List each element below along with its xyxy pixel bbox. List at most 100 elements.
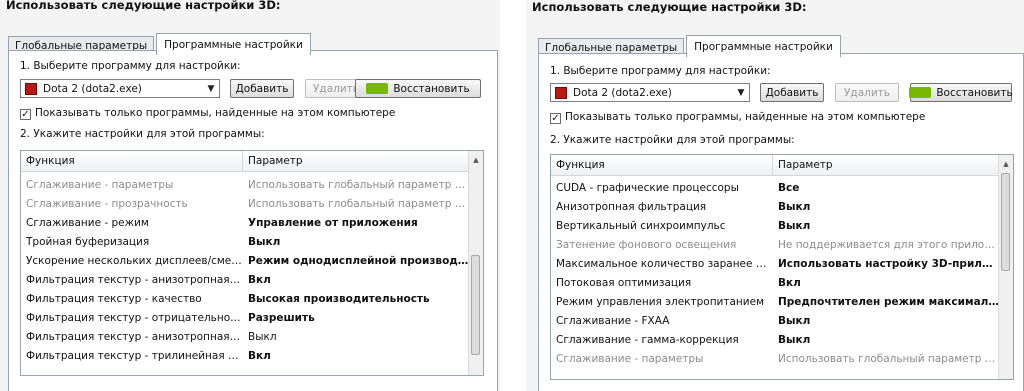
row-feature: Потоковая оптимизация (556, 276, 692, 289)
nvidia-logo-icon (366, 83, 389, 94)
remove-button[interactable]: Удалить (835, 83, 899, 102)
table-row[interactable]: Фильтрация текстур - качество Высокая про… (21, 289, 469, 308)
row-value: Вкл (778, 276, 801, 289)
row-value: Все (778, 181, 800, 194)
row-value: Использовать настройку 3D-прило... (778, 257, 999, 270)
table-row[interactable]: Фильтрация текстур - анизотропная оп... В… (21, 270, 469, 289)
row-feature: Режим управления электропитанием (556, 295, 765, 308)
row-feature: Анизотропная фильтрация (556, 200, 707, 213)
table-row[interactable]: Затенение фонового освещения Не поддержив… (551, 235, 999, 254)
settings-table: Функция Параметр CUDA - графические проц… (550, 154, 1014, 380)
row-feature: Фильтрация текстур - анизотропная оп... (26, 273, 243, 286)
dota2-icon (555, 86, 567, 99)
program-select[interactable]: Dota 2 (dota2.exe) ▼ (20, 79, 220, 98)
restore-button-label: Восстановить (393, 82, 470, 95)
table-row[interactable]: Сглаживание - режим Управление от приложе… (21, 213, 469, 232)
add-button[interactable]: Добавить (230, 79, 294, 98)
step1-label: 1. Выберите программу для настройки: (20, 60, 241, 72)
row-value: Выкл (778, 219, 811, 232)
row-value: Режим однодисплейной производи... (248, 254, 469, 267)
table-row[interactable]: Фильтрация текстур - отрицательное о... Р… (21, 308, 469, 327)
show-found-programs-checkbox[interactable]: ✓ (550, 113, 561, 124)
row-feature: Сглаживание - гамма-коррекция (556, 333, 739, 346)
table-row[interactable]: Потоковая оптимизация Вкл (551, 273, 999, 292)
settings-header: Использовать следующие настройки 3D: (6, 0, 281, 12)
row-feature: Фильтрация текстур - трилинейная опт... (26, 349, 243, 362)
table-row[interactable]: Анизотропная фильтрация Выкл (551, 197, 999, 216)
table-row[interactable]: Сглаживание - гамма-коррекция Выкл (551, 330, 999, 349)
column-header-parameter[interactable]: Параметр (773, 155, 998, 175)
row-feature: Сглаживание - параметры (556, 352, 704, 365)
column-header-function[interactable]: Функция (21, 151, 243, 171)
table-row[interactable]: CUDA - графические процессоры Все (551, 178, 999, 197)
restore-button-label: Восстановить (936, 86, 1013, 99)
table-scrollbar[interactable]: ▲ (998, 155, 1013, 379)
row-feature: CUDA - графические процессоры (556, 181, 739, 194)
row-value: Разрешить (248, 311, 315, 324)
table-row[interactable]: Сглаживание - прозрачность Использовать г… (21, 194, 469, 213)
row-feature: Сглаживание - режим (26, 216, 149, 229)
table-row[interactable]: Максимальное количество заранее под... Ис… (551, 254, 999, 273)
row-feature: Вертикальный синхроимпульс (556, 219, 726, 232)
row-value: Управление от приложения (248, 216, 418, 229)
table-row[interactable]: Сглаживание - параметры Использовать глоб… (21, 175, 469, 194)
column-header-function[interactable]: Функция (551, 155, 773, 175)
row-feature: Фильтрация текстур - анизотропная оп... (26, 330, 243, 343)
table-header: Функция Параметр (21, 151, 469, 172)
row-value: Использовать глобальный параметр (В... (248, 197, 469, 210)
row-value: Высокая производительность (248, 292, 430, 305)
column-header-parameter[interactable]: Параметр (243, 151, 468, 171)
tab-program-settings[interactable]: Программные настройки (686, 35, 841, 57)
row-value: Выкл (778, 314, 811, 327)
row-value: Не поддерживается для этого приложе... (778, 238, 999, 251)
table-row[interactable]: Тройная буферизация Выкл (21, 232, 469, 251)
step2-label: 2. Укажите настройки для этой программы: (20, 128, 265, 140)
left-settings-panel: Использовать следующие настройки 3D: Гло… (0, 0, 500, 391)
right-settings-panel: Использовать следующие настройки 3D: Гло… (526, 0, 1024, 391)
row-feature: Максимальное количество заранее под... (556, 257, 773, 270)
table-row[interactable]: Сглаживание - параметры Использовать глоб… (551, 349, 999, 368)
scroll-thumb[interactable] (1001, 173, 1010, 271)
row-value: Использовать глобальный параметр (Нет) (778, 352, 999, 365)
row-value: Вкл (248, 273, 271, 286)
step1-label: 1. Выберите программу для настройки: (550, 65, 771, 77)
table-row[interactable]: Вертикальный синхроимпульс Выкл (551, 216, 999, 235)
dota2-icon (25, 82, 37, 95)
row-value: Предпочтителен режим максимал... (778, 295, 999, 308)
row-feature: Сглаживание - параметры (26, 178, 174, 191)
table-row[interactable]: Режим управления электропитанием Предпочт… (551, 292, 999, 311)
row-feature: Сглаживание - прозрачность (26, 197, 188, 210)
table-row[interactable]: Фильтрация текстур - трилинейная опт... В… (21, 346, 469, 365)
show-found-programs-label[interactable]: Показывать только программы, найденные н… (35, 107, 395, 119)
tab-program-settings[interactable]: Программные настройки (156, 33, 311, 55)
scroll-up-icon[interactable]: ▲ (469, 153, 483, 167)
table-row[interactable]: Сглаживание - FXAA Выкл (551, 311, 999, 330)
step2-label: 2. Укажите настройки для этой программы: (550, 134, 795, 146)
chevron-down-icon: ▼ (207, 83, 215, 94)
settings-header: Использовать следующие настройки 3D: (532, 0, 807, 14)
row-feature: Тройная буферизация (26, 235, 150, 248)
table-row[interactable]: Ускорение нескольких дисплеев/смеша... Ре… (21, 251, 469, 270)
add-button[interactable]: Добавить (760, 83, 824, 102)
scroll-up-icon[interactable]: ▲ (999, 157, 1013, 171)
row-feature: Ускорение нескольких дисплеев/смеша... (26, 254, 243, 267)
nvidia-logo-icon (909, 87, 932, 98)
row-feature: Фильтрация текстур - качество (26, 292, 202, 305)
table-row[interactable]: Фильтрация текстур - анизотропная оп... В… (21, 327, 469, 346)
table-scrollbar[interactable]: ▲ (468, 151, 483, 375)
row-feature: Затенение фонового освещения (556, 238, 737, 251)
restore-button[interactable]: Восстановить (355, 79, 481, 98)
restore-button[interactable]: Восстановить (909, 83, 1013, 102)
program-select[interactable]: Dota 2 (dota2.exe) ▼ (550, 83, 750, 102)
row-value: Вкл (248, 349, 271, 362)
show-found-programs-checkbox[interactable]: ✓ (20, 109, 31, 120)
program-select-value: Dota 2 (dota2.exe) (43, 82, 142, 95)
scroll-thumb[interactable] (471, 255, 480, 355)
row-value: Использовать глобальный параметр (Нет) (248, 178, 469, 191)
settings-table: Функция Параметр Сглаживание - параметры… (20, 150, 484, 376)
row-value: Выкл (778, 333, 811, 346)
row-value: Выкл (248, 235, 281, 248)
show-found-programs-label[interactable]: Показывать только программы, найденные н… (565, 111, 925, 123)
row-value: Выкл (778, 200, 811, 213)
table-header: Функция Параметр (551, 155, 999, 176)
